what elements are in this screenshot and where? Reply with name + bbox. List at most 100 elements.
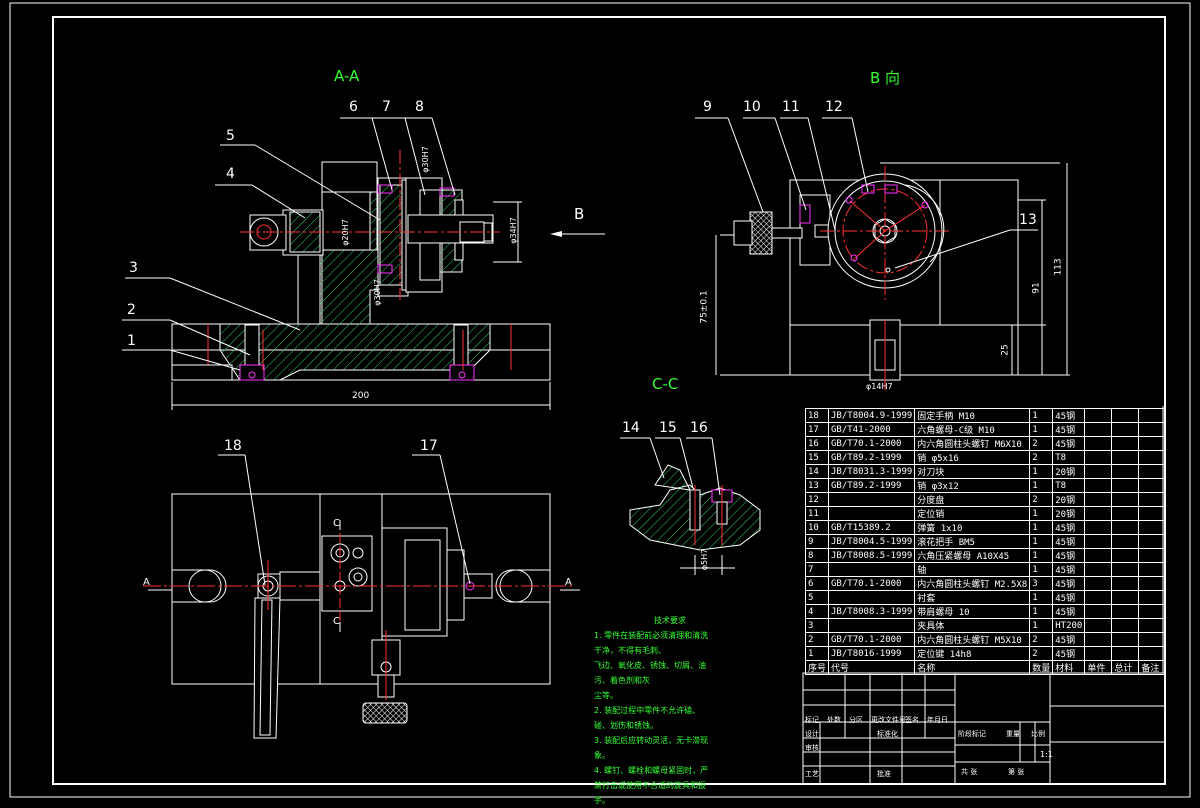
section-aa-label: A-A: [334, 67, 360, 85]
technical-notes: 技术要求 1. 零件在装配前必须清理和清洗干净，不得有毛刺、 飞边、氧化皮、锈蚀…: [594, 613, 714, 808]
bom-row: 14 JB/T8031.3-1999 对刀块 1 20钢: [804, 464, 1167, 479]
bom-cell-empty: [1138, 492, 1167, 507]
bom-cell-empty: [1084, 408, 1113, 423]
bom-cell-mat: 45钢: [1052, 604, 1086, 619]
bom-cell-empty: [1084, 422, 1113, 437]
balloon-16: 16: [690, 420, 708, 436]
bom-cell-empty: [1111, 534, 1140, 549]
bom-cell-code: GB/T70.1-2000: [828, 436, 916, 451]
bom-cell-empty: [1084, 576, 1113, 591]
bom-cell-empty: [1138, 534, 1167, 549]
bom-cell-empty: [1138, 562, 1167, 577]
bom-cell-qty: 1: [1029, 534, 1054, 549]
balloon-12: 12: [825, 99, 843, 115]
dim-dia-f: φ5H7: [700, 548, 710, 571]
bom-cell-no: 5: [804, 590, 830, 605]
bom-cell-no: 17: [804, 422, 830, 437]
bom-cell-mat: T8: [1052, 478, 1086, 493]
bom-cell-code: GB/T70.1-2000: [828, 632, 916, 647]
bom-cell-no: 18: [804, 408, 830, 423]
bom-cell-code: [828, 492, 916, 507]
dim-dia-c: φ30H7: [420, 146, 430, 173]
bom-cell-empty: [1111, 548, 1140, 563]
tb-cell: 更改文件号: [871, 716, 906, 724]
cut-a-left-label: A: [143, 577, 150, 588]
note-line: 2. 装配过程中零件不允许磕、碰、划伤和锈蚀。: [594, 706, 701, 730]
tb-cell: 第 张: [1008, 768, 1025, 776]
bom-cell-no: 10: [804, 520, 830, 535]
technical-notes-title: 技术要求: [654, 616, 686, 625]
bom-cell-empty: [1084, 506, 1113, 521]
bom-cell-empty: [1084, 632, 1113, 647]
bom-row: 7 轴 1 45钢: [804, 562, 1167, 577]
bom-cell-name: 销 φ5x16: [914, 450, 1031, 465]
bom-cell-name: 分度盘: [914, 492, 1031, 507]
bom-cell-code: GB/T89.2-1999: [828, 478, 916, 493]
tb-cell: 年月日: [927, 716, 948, 724]
section-cc-view: [629, 464, 761, 575]
bom-cell-no: 1: [804, 646, 830, 661]
bom-cell-empty: [1111, 604, 1140, 619]
balloon-3: 3: [129, 260, 138, 276]
balloon-11: 11: [782, 99, 800, 115]
bom-row: 1 JB/T8016-1999 定位键 14h8 2 45钢: [804, 646, 1167, 661]
bom-cell-empty: [1138, 464, 1167, 479]
bom-cell-empty: [1111, 450, 1140, 465]
balloon-2: 2: [127, 302, 136, 318]
bom-cell-no: 12: [804, 492, 830, 507]
bom-cell-code: GB/T70.1-2000: [828, 576, 916, 591]
bom-cell-empty: [1111, 520, 1140, 535]
bom-cell-empty: [1138, 618, 1167, 633]
handle-lever: [253, 597, 281, 739]
dim-dia-a: φ20H7: [340, 219, 350, 246]
bom-cell-mat: 45钢: [1052, 576, 1086, 591]
knurled-handle: [749, 211, 773, 255]
bom-cell-empty: [1138, 506, 1167, 521]
bom-cell-empty: [1111, 408, 1140, 423]
bom-cell-empty: [1111, 478, 1140, 493]
arrow-b-label: B: [574, 205, 585, 223]
tb-cell: 设计: [805, 730, 819, 738]
bom-cell-empty: [1138, 576, 1167, 591]
cut-c-top-label: C: [333, 518, 340, 529]
bom-cell-empty: [1111, 562, 1140, 577]
bom-cell-no: 3: [804, 618, 830, 633]
bom-cell-code: [828, 562, 916, 577]
bom-cell-no: 6: [804, 576, 830, 591]
bom-row: 9 JB/T8004.5-1999 滚花把手 BM5 1 45钢: [804, 534, 1167, 549]
note-line: 1. 零件在装配前必须清理和清洗干净，不得有毛刺、: [594, 631, 709, 655]
tb-cell: 重量: [1006, 730, 1020, 738]
balloon-6: 6: [349, 99, 358, 115]
bom-cell-mat: 45钢: [1052, 408, 1086, 423]
bom-cell-empty: [1084, 618, 1113, 633]
balloon-13: 13: [1019, 212, 1037, 228]
dim-dia-e: φ14H7: [866, 382, 893, 391]
bom-cell-empty: [1084, 562, 1113, 577]
bom-cell-code: GB/T15389.2: [828, 520, 916, 535]
view-b-label: B 向: [870, 69, 901, 87]
bom-cell-empty: [1084, 534, 1113, 549]
bom-cell-no: 15: [804, 450, 830, 465]
bom-cell-code: JB/T8016-1999: [828, 646, 916, 661]
bom-row: 5 衬套 1 45钢: [804, 590, 1167, 605]
bom-cell-no: 13: [804, 478, 830, 493]
bom-cell-empty: [1084, 590, 1113, 605]
tb-cell: 批准: [877, 770, 891, 778]
bom-cell-empty: [1084, 646, 1113, 661]
bom-cell-qty: 2: [1029, 450, 1054, 465]
bom-cell-empty: [1111, 632, 1140, 647]
bom-cell-mat: 45钢: [1052, 548, 1086, 563]
bom-cell-empty: [1084, 492, 1113, 507]
bom-cell-no: 4: [804, 604, 830, 619]
bom-cell-empty: [1084, 520, 1113, 535]
bom-cell-empty: [1111, 618, 1140, 633]
bom-cell-no: 11: [804, 506, 830, 521]
bom-cell-empty: [1084, 548, 1113, 563]
dim-dia-b: φ34H7: [508, 217, 518, 244]
bom-cell-name: 销 φ3x12: [914, 478, 1031, 493]
bom-cell-name: 带肩螺母 10: [914, 604, 1031, 619]
bom-cell-empty: [1138, 632, 1167, 647]
bom-cell-code: JB/T8008.5-1999: [828, 548, 916, 563]
bom-cell-no: 7: [804, 562, 830, 577]
knurled-knob: [362, 702, 408, 724]
